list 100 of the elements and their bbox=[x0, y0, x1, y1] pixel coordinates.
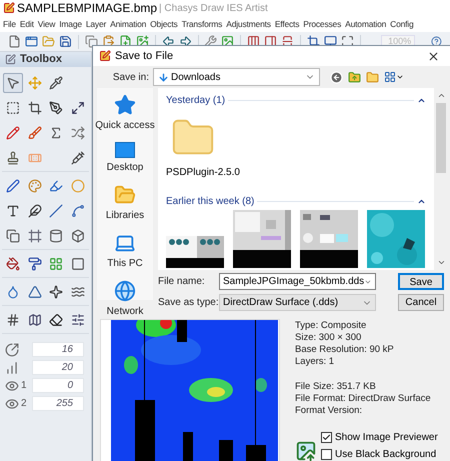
text-tool-icon bbox=[6, 204, 20, 218]
folder-dropdown[interactable]: Downloads bbox=[153, 68, 320, 86]
map-icon bbox=[28, 312, 42, 326]
copy-button[interactable] bbox=[84, 34, 98, 50]
download-icon bbox=[158, 72, 169, 83]
size-icon bbox=[5, 342, 19, 356]
cancel-button[interactable]: Cancel bbox=[398, 294, 444, 311]
bars-icon bbox=[5, 360, 19, 374]
marker-icon bbox=[49, 178, 64, 192]
window-title: SAMPLEBMPIMAGE.bmp bbox=[17, 0, 158, 17]
field-label: 2 bbox=[21, 397, 27, 411]
scroll-down-icon bbox=[436, 258, 446, 267]
window-button[interactable] bbox=[25, 34, 38, 50]
number-field[interactable]: 255 bbox=[32, 396, 84, 411]
view-menu-button[interactable] bbox=[384, 71, 404, 84]
place-item[interactable]: Quick access bbox=[97, 94, 153, 133]
network-icon bbox=[114, 280, 136, 302]
dropper-icon bbox=[49, 76, 64, 90]
info-text: Format Version: bbox=[295, 405, 364, 417]
info-text: Type: Composite bbox=[295, 320, 368, 332]
info-text: Size: 300 × 300 bbox=[295, 332, 362, 344]
file-type-dropdown[interactable]: DirectDraw Surface (.dds) bbox=[219, 294, 376, 311]
eraser-icon bbox=[49, 312, 64, 326]
info-text: Layers: 1 bbox=[295, 356, 336, 368]
info-text: File Format: DirectDraw Surface bbox=[295, 393, 432, 405]
cylinder-icon bbox=[49, 228, 64, 242]
save-in-label: Save in: bbox=[112, 70, 150, 85]
number-field[interactable]: 20 bbox=[32, 360, 84, 375]
shapes-icon bbox=[6, 228, 20, 242]
menu-item[interactable]: Processes bbox=[303, 18, 342, 30]
eye-icon bbox=[5, 396, 19, 410]
check-icon bbox=[322, 433, 331, 442]
menu-item[interactable]: Objects bbox=[150, 18, 178, 30]
menu-item[interactable]: View bbox=[38, 18, 56, 30]
number-field[interactable]: 0 bbox=[32, 378, 84, 393]
place-item[interactable]: This PC bbox=[97, 232, 153, 271]
field-label: 1 bbox=[21, 379, 27, 393]
star-icon bbox=[114, 94, 136, 116]
selection-icon bbox=[6, 100, 20, 114]
number-field[interactable]: 16 bbox=[32, 342, 84, 357]
menu-item[interactable]: Transforms bbox=[182, 18, 222, 30]
toolbox-title: Toolbox bbox=[20, 52, 62, 68]
menu-item[interactable]: File bbox=[3, 18, 16, 30]
close-icon bbox=[426, 50, 440, 63]
feather-icon bbox=[28, 204, 42, 218]
tube-icon bbox=[70, 150, 85, 164]
menu-item[interactable]: Automation bbox=[345, 18, 386, 30]
app-name: | Chasys Draw IES Artist bbox=[159, 2, 268, 16]
new-file-button[interactable] bbox=[8, 34, 21, 50]
field-label: File name: bbox=[158, 275, 206, 289]
info-text: File Size: 351.7 KB bbox=[295, 381, 377, 393]
splat-icon bbox=[49, 284, 64, 298]
color-grid-icon bbox=[49, 256, 64, 270]
folder-icon bbox=[114, 184, 136, 206]
pointer-tool[interactable] bbox=[3, 72, 23, 92]
paint-bucket-icon bbox=[6, 256, 20, 270]
up-folder-icon[interactable] bbox=[348, 70, 361, 84]
info-text: Base Resolution: 90 kP bbox=[295, 344, 395, 356]
menu-item[interactable]: Config bbox=[390, 18, 414, 30]
menu-item[interactable]: Animation bbox=[110, 18, 146, 30]
menu-item[interactable]: Adjustments bbox=[226, 18, 271, 30]
group-header[interactable]: Yesterday (1) bbox=[166, 92, 226, 108]
help-icon[interactable] bbox=[431, 35, 442, 48]
pen-icon bbox=[49, 100, 64, 114]
crop-icon bbox=[28, 100, 42, 114]
desktop-icon bbox=[115, 142, 135, 158]
stamp-icon bbox=[6, 150, 20, 164]
sliders-icon bbox=[70, 312, 85, 326]
place-item[interactable]: Network bbox=[97, 280, 153, 319]
move-icon bbox=[28, 76, 42, 90]
place-item[interactable]: Desktop bbox=[97, 142, 153, 175]
app-icon bbox=[3, 2, 15, 14]
pen-icon bbox=[6, 178, 20, 192]
resize-icon bbox=[70, 100, 85, 114]
menu-item[interactable]: Effects bbox=[274, 18, 300, 30]
checkbox-option[interactable]: Show Image Previewer bbox=[321, 430, 438, 445]
sphere-icon bbox=[70, 178, 85, 192]
place-item[interactable]: Libraries bbox=[97, 184, 153, 223]
scatter-icon bbox=[70, 126, 85, 140]
menu-item[interactable]: Edit bbox=[20, 18, 34, 30]
droplet-icon bbox=[6, 284, 20, 298]
line-icon bbox=[49, 204, 64, 218]
back-icon[interactable] bbox=[330, 70, 343, 84]
save-button[interactable] bbox=[59, 34, 72, 50]
edit-icon bbox=[5, 54, 16, 65]
scroll-up-icon bbox=[436, 91, 446, 100]
checkbox-option[interactable]: Use Black Background bbox=[321, 447, 438, 461]
roller-icon bbox=[28, 256, 42, 270]
pointer-icon bbox=[6, 76, 20, 90]
file-name-field[interactable]: SampleJPGImage_50kbmb.dds bbox=[219, 273, 376, 290]
menu-item[interactable]: Layer bbox=[86, 18, 106, 30]
eye-icon bbox=[5, 378, 19, 392]
save-button[interactable]: Save bbox=[398, 273, 444, 290]
dialog-title: Save to File bbox=[115, 48, 174, 64]
grid-icon bbox=[6, 312, 20, 326]
curve-icon bbox=[70, 204, 85, 218]
triangle-icon bbox=[28, 284, 42, 298]
waves-icon bbox=[70, 284, 85, 298]
menu-item[interactable]: Image bbox=[59, 18, 82, 30]
group-header[interactable]: Earlier this week (8) bbox=[166, 194, 254, 208]
